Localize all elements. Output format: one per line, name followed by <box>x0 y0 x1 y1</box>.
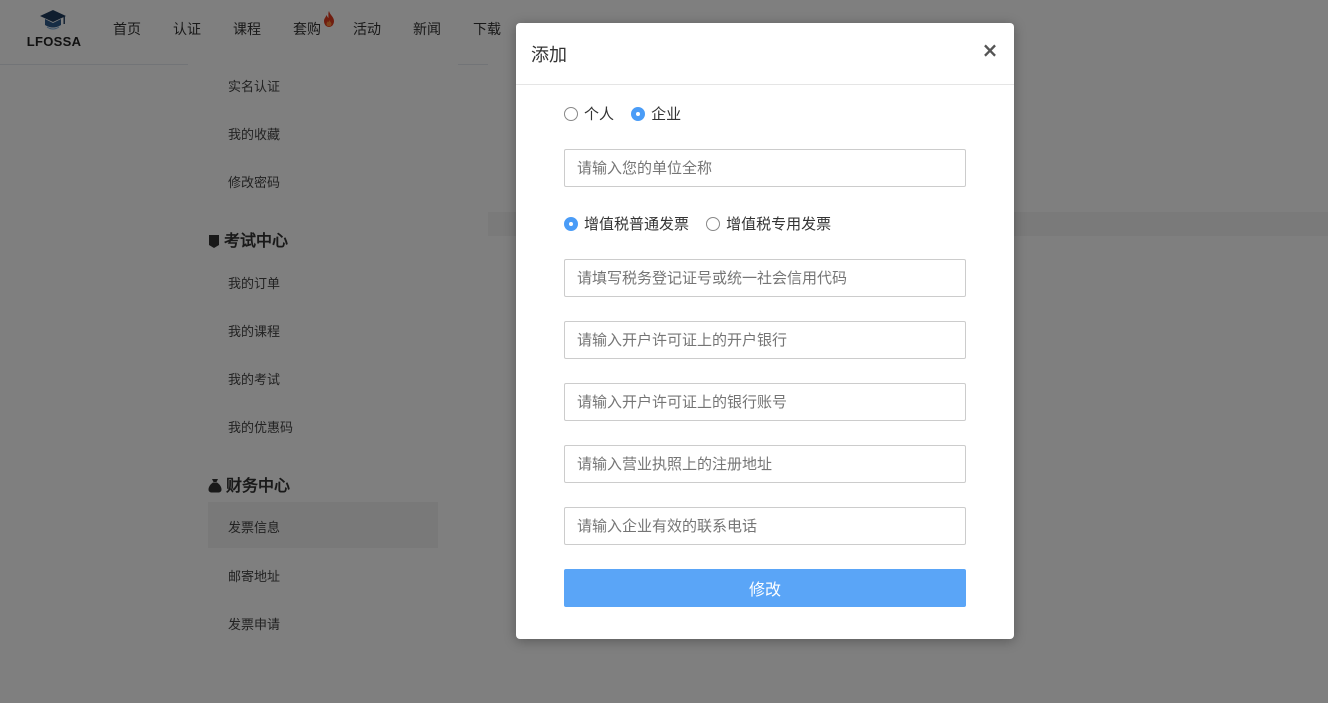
registered-address-input[interactable] <box>564 445 966 483</box>
close-icon[interactable]: × <box>980 38 1000 62</box>
submit-button[interactable]: 修改 <box>564 569 966 607</box>
entity-type-group: 个人 企业 <box>564 103 693 123</box>
radio-vat-special-circle[interactable] <box>706 217 721 231</box>
radio-vat-general-circle[interactable] <box>564 217 578 231</box>
bank-name-input[interactable] <box>564 321 966 359</box>
radio-vat-special[interactable]: 增值税专用发票 <box>706 213 831 234</box>
radio-personal[interactable]: 个人 <box>564 103 614 124</box>
tax-id-input[interactable] <box>564 259 966 297</box>
contact-phone-input[interactable] <box>564 507 966 545</box>
dialog-title: 添加 <box>531 45 567 66</box>
dialog-header: 添加 × <box>516 23 1014 85</box>
radio-personal-circle[interactable] <box>564 107 578 121</box>
invoice-type-group: 增值税普通发票 增值税专用发票 <box>564 213 843 233</box>
company-name-input[interactable] <box>564 149 966 187</box>
add-invoice-dialog: 添加 × 个人 企业 增值税普通发票 增值税专用发票 修改 <box>516 23 1014 639</box>
radio-vat-general[interactable]: 增值税普通发票 <box>564 213 689 234</box>
radio-enterprise[interactable]: 企业 <box>631 103 681 124</box>
bank-account-input[interactable] <box>564 383 966 421</box>
radio-enterprise-circle[interactable] <box>631 107 646 121</box>
